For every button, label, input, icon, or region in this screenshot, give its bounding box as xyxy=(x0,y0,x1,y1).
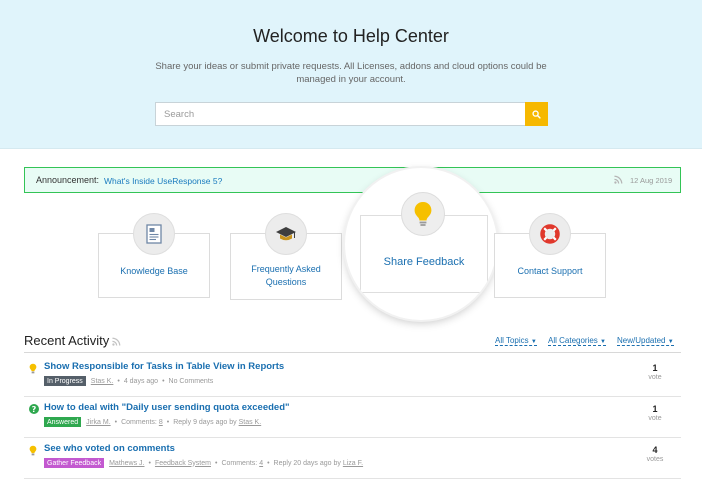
comments-label: Comments: xyxy=(121,418,157,426)
announcement-label: Announcement: xyxy=(36,175,100,185)
faq-label: Frequently Asked Questions xyxy=(251,264,321,287)
reply-text: Reply xyxy=(173,418,192,426)
topics-filter[interactable]: All Topics ▼ xyxy=(495,336,537,346)
search-input[interactable] xyxy=(155,102,525,126)
activity-title-link[interactable]: How to deal with "Daily user sending quo… xyxy=(44,402,290,413)
hero-section: Welcome to Help Center Share your ideas … xyxy=(0,0,702,149)
vote-label: vote xyxy=(648,374,662,381)
activity-time: 4 days ago xyxy=(123,377,159,385)
rss-icon[interactable] xyxy=(112,337,121,346)
lifebuoy-icon xyxy=(540,224,560,244)
reply-author-link[interactable]: Stas K. xyxy=(239,419,262,426)
vote-count[interactable]: 1 vote xyxy=(643,363,667,381)
page-title: Welcome to Help Center xyxy=(253,26,449,46)
knowledge-base-icon-wrap xyxy=(133,213,175,255)
vote-number: 4 xyxy=(652,445,658,455)
comments-count[interactable]: 8 xyxy=(159,419,163,426)
comments-label: Comments: xyxy=(221,459,258,467)
status-badge: In Progress xyxy=(44,376,86,386)
status-badge: Gather Feedback xyxy=(44,458,105,468)
vote-number: 1 xyxy=(652,363,658,373)
comments-count[interactable]: 4 xyxy=(259,460,263,467)
chevron-down-icon: ▼ xyxy=(600,339,606,345)
reply-author-link[interactable]: Liza F. xyxy=(343,460,363,467)
lightbulb-icon xyxy=(29,445,37,456)
activity-meta: Answered Jirka M. • Comments: 8 • Reply … xyxy=(44,417,261,427)
author-link[interactable]: Stas K. xyxy=(91,378,114,385)
announcement-link[interactable]: What's Inside UseResponse 5? xyxy=(104,176,222,186)
chevron-down-icon: ▼ xyxy=(667,339,674,345)
activity-meta: In Progress Stas K. • 4 days ago • No Co… xyxy=(44,376,213,386)
reply-time: 20 days ago by xyxy=(293,459,341,467)
activity-row: ? How to deal with "Daily user sending q… xyxy=(24,398,681,438)
announcement-date: 12 Aug 2019 xyxy=(630,176,673,185)
vote-number: 1 xyxy=(652,404,658,414)
svg-text:?: ? xyxy=(32,405,37,414)
author-link[interactable]: Mathews J. xyxy=(109,460,144,467)
chevron-down-icon: ▼ xyxy=(530,339,537,345)
share-feedback-magnifier: Share Feedback xyxy=(345,168,497,320)
recent-activity-title: Recent Activity xyxy=(24,333,110,348)
category-link[interactable]: Feedback System xyxy=(155,460,211,467)
status-badge: Answered xyxy=(44,417,82,427)
sort-filter-label: New/Updated xyxy=(617,336,666,345)
lightbulb-icon xyxy=(414,202,432,226)
share-feedback-icon-wrap xyxy=(401,192,445,236)
reply-time: 9 days ago by xyxy=(193,418,237,426)
graduation-cap-icon xyxy=(276,227,296,241)
vote-label: votes xyxy=(646,456,664,463)
knowledge-base-label: Knowledge Base xyxy=(120,266,188,276)
contact-support-icon-wrap xyxy=(529,213,571,255)
categories-filter-label: All Categories xyxy=(548,336,598,345)
contact-support-label: Contact Support xyxy=(517,266,583,276)
activity-meta: Gather Feedback Mathews J. • Feedback Sy… xyxy=(44,458,363,468)
sort-filter[interactable]: New/Updated ▼ xyxy=(617,336,674,346)
topics-filter-label: All Topics xyxy=(495,336,529,345)
reply-text: Reply xyxy=(273,459,292,467)
rss-icon[interactable] xyxy=(614,175,623,184)
divider xyxy=(24,352,681,353)
activity-row: See who voted on comments Gather Feedbac… xyxy=(24,439,681,479)
search-icon xyxy=(532,109,541,119)
activity-row: Show Responsible for Tasks in Table View… xyxy=(24,357,681,397)
hero-subtitle: Share your ideas or submit private reque… xyxy=(155,61,547,85)
activity-title-link[interactable]: Show Responsible for Tasks in Table View… xyxy=(44,361,284,372)
author-link[interactable]: Jirka M. xyxy=(86,419,111,426)
vote-count[interactable]: 1 vote xyxy=(643,404,667,422)
question-icon: ? xyxy=(29,404,39,414)
share-feedback-label: Share Feedback xyxy=(383,256,465,268)
faq-icon-wrap xyxy=(265,213,307,255)
search-button[interactable] xyxy=(525,102,548,126)
categories-filter[interactable]: All Categories ▼ xyxy=(548,336,606,346)
search-bar xyxy=(155,102,548,126)
vote-label: vote xyxy=(648,415,662,422)
document-icon xyxy=(146,224,162,244)
announcement-bar: Announcement: What's Inside UseResponse … xyxy=(24,167,681,193)
lightbulb-icon xyxy=(29,363,37,374)
activity-title-link[interactable]: See who voted on comments xyxy=(44,443,175,454)
vote-count[interactable]: 4 votes xyxy=(643,445,667,463)
comments-text: No Comments xyxy=(168,377,214,385)
